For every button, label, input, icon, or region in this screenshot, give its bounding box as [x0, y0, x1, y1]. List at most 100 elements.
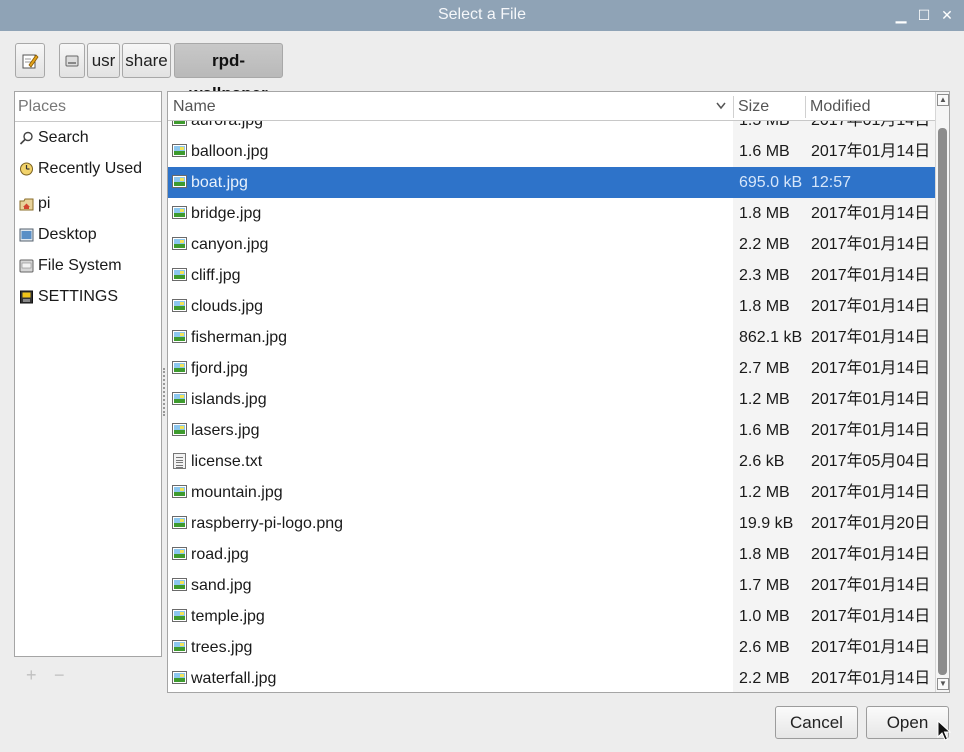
image-file-icon [172, 144, 187, 157]
places-item-file-system[interactable]: File System [15, 252, 161, 280]
close-button[interactable]: ✕ [938, 6, 956, 24]
places-item-settings[interactable]: SETTINGS [15, 283, 161, 311]
file-size: 19.9 kB [739, 515, 794, 532]
file-size: 1.6 MB [739, 422, 790, 439]
file-size: 1.8 MB [739, 298, 790, 315]
column-header-size[interactable]: Size [738, 92, 769, 121]
scroll-down-arrow-icon[interactable]: ▼ [937, 678, 949, 690]
cancel-button[interactable]: Cancel [775, 706, 858, 739]
file-size: 862.1 kB [739, 329, 803, 346]
places-header: Places [15, 92, 161, 122]
file-name: road.jpg [191, 546, 249, 563]
file-row[interactable]: temple.jpg 1.0 MB 2017年01月14日 [168, 601, 935, 632]
drive-icon [19, 259, 34, 273]
file-name: license.txt [191, 453, 263, 470]
maximize-icon: ☐ [917, 7, 931, 23]
file-modified: 2017年01月14日 [811, 484, 931, 501]
scroll-up-arrow-icon[interactable]: ▲ [937, 94, 949, 106]
file-row[interactable]: bridge.jpg 1.8 MB 2017年01月14日 [168, 198, 935, 229]
file-name: trees.jpg [191, 639, 253, 656]
file-name: canyon.jpg [191, 236, 269, 253]
places-item-recently-used[interactable]: Recently Used [15, 155, 161, 183]
file-modified: 2017年01月14日 [811, 546, 931, 563]
image-file-icon [172, 516, 187, 529]
path-segment-rpd-wallpaper[interactable]: rpd-wallpaper [174, 43, 283, 103]
file-name: temple.jpg [191, 608, 265, 625]
edit-location-button[interactable] [15, 43, 45, 78]
maximize-button[interactable]: ☐ [915, 6, 933, 24]
file-row[interactable]: fjord.jpg 2.7 MB 2017年01月14日 [168, 353, 935, 384]
file-row[interactable]: clouds.jpg 1.8 MB 2017年01月14日 [168, 291, 935, 322]
pencil-edit-icon [22, 54, 39, 69]
file-row[interactable]: balloon.jpg 1.6 MB 2017年01月14日 [168, 136, 935, 167]
file-modified: 2017年01月14日 [811, 670, 931, 687]
file-row[interactable]: canyon.jpg 2.2 MB 2017年01月14日 [168, 229, 935, 260]
file-name: sand.jpg [191, 577, 252, 594]
chevron-down-icon[interactable] [716, 102, 726, 110]
places-item-pi[interactable]: pi [15, 190, 161, 218]
file-size: 2.2 MB [739, 236, 790, 253]
file-name: cliff.jpg [191, 267, 241, 284]
drive-icon [65, 55, 79, 67]
file-modified: 2017年01月14日 [811, 236, 931, 253]
column-header-name[interactable]: Name [173, 92, 216, 121]
path-segment-share[interactable]: share [122, 43, 171, 78]
file-row[interactable]: lasers.jpg 1.6 MB 2017年01月14日 [168, 415, 935, 446]
search-icon [19, 131, 33, 145]
image-file-icon [172, 206, 187, 219]
column-header-modified[interactable]: Modified [810, 92, 870, 121]
column-separator [733, 96, 734, 118]
image-file-icon [172, 578, 187, 591]
file-modified: 2017年05月04日 [811, 453, 931, 470]
remove-bookmark-button[interactable]: − [54, 665, 65, 686]
file-row[interactable]: license.txt 2.6 kB 2017年05月04日 [168, 446, 935, 477]
home-folder-icon [19, 198, 34, 211]
file-size: 2.6 kB [739, 453, 785, 470]
file-row[interactable]: mountain.jpg 1.2 MB 2017年01月14日 [168, 477, 935, 508]
path-segment-usr[interactable]: usr [87, 43, 120, 78]
file-row[interactable]: trees.jpg 2.6 MB 2017年01月14日 [168, 632, 935, 663]
pane-resize-handle[interactable] [163, 368, 165, 416]
image-file-icon [172, 175, 187, 188]
file-name: boat.jpg [191, 174, 248, 191]
text-file-icon [173, 453, 186, 469]
places-item-label: File System [38, 257, 122, 274]
file-size: 2.3 MB [739, 267, 790, 284]
file-row[interactable]: raspberry-pi-logo.png 19.9 kB 2017年01月20日 [168, 508, 935, 539]
places-item-label: Desktop [38, 226, 97, 243]
file-modified: 2017年01月20日 [811, 515, 931, 532]
places-item-search[interactable]: Search [15, 124, 161, 152]
path-root-button[interactable] [59, 43, 85, 78]
file-name: raspberry-pi-logo.png [191, 515, 344, 532]
close-icon: ✕ [941, 7, 953, 23]
image-file-icon [172, 609, 187, 622]
file-row[interactable]: boat.jpg 695.0 kB 12:57 [168, 167, 935, 198]
file-modified: 2017年01月14日 [811, 608, 931, 625]
places-item-desktop[interactable]: Desktop [15, 221, 161, 249]
file-row[interactable]: sand.jpg 1.7 MB 2017年01月14日 [168, 570, 935, 601]
file-row[interactable]: road.jpg 1.8 MB 2017年01月14日 [168, 539, 935, 570]
file-modified: 12:57 [811, 174, 852, 191]
add-bookmark-button[interactable]: + [26, 665, 37, 686]
file-modified: 2017年01月14日 [811, 329, 931, 346]
file-size: 1.6 MB [739, 143, 790, 160]
scrollbar-thumb[interactable] [938, 128, 947, 675]
file-name: fisherman.jpg [191, 329, 288, 346]
file-size: 1.7 MB [739, 577, 790, 594]
file-row[interactable]: islands.jpg 1.2 MB 2017年01月14日 [168, 384, 935, 415]
places-item-label: SETTINGS [38, 288, 119, 305]
image-file-icon [172, 361, 187, 374]
image-file-icon [172, 671, 187, 684]
file-row[interactable]: cliff.jpg 2.3 MB 2017年01月14日 [168, 260, 935, 291]
minimize-button[interactable]: ▁ [892, 6, 910, 24]
file-name: fjord.jpg [191, 360, 248, 377]
file-size: 1.8 MB [739, 205, 790, 222]
image-file-icon [172, 485, 187, 498]
file-name: clouds.jpg [191, 298, 264, 315]
file-list: aurora.jpg1.5 MB2017年01月14日balloon.jpg1.… [167, 91, 950, 693]
file-row[interactable]: fisherman.jpg 862.1 kB 2017年01月14日 [168, 322, 935, 353]
file-row[interactable]: waterfall.jpg 2.2 MB 2017年01月14日 [168, 663, 935, 692]
file-size: 2.2 MB [739, 670, 790, 687]
desktop-icon [19, 228, 34, 242]
vertical-scrollbar[interactable]: ▲ ▼ [935, 92, 949, 692]
